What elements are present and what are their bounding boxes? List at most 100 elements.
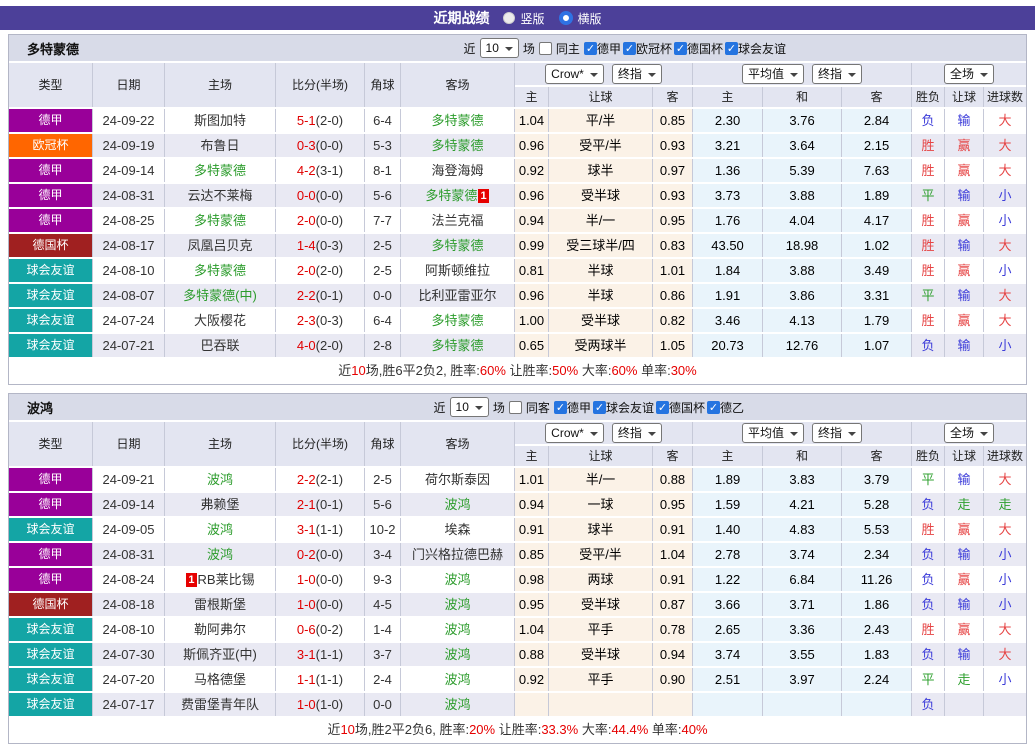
horizontal-layout-option[interactable]: 横版 [559,10,602,27]
league-checkbox[interactable]: ✓ [623,42,636,55]
home-team-name: 斯佩齐亚(中) [183,647,257,662]
match-count-select[interactable]: 10 [480,38,519,58]
league-checkbox[interactable]: ✓ [554,401,567,414]
match-row: 球会友谊 24-07-17 费雷堡青年队 1-0(1-0) 0-0 波鸿 负 [9,693,1026,716]
handicap-line: 半球 [549,259,653,282]
avg-draw-odds: 18.98 [763,234,842,257]
score-cell: 3-1(1-1) [276,518,365,541]
away-team-cell: 比利亚雷亚尔 [401,284,515,307]
league-checkbox-label[interactable]: 德国杯 [669,399,705,416]
league-checkbox-label[interactable]: 德乙 [720,399,744,416]
avg-home-odds: 2.51 [693,668,763,691]
handicap-line: 球半 [549,518,653,541]
handicap-home-odds: 0.88 [515,643,549,666]
fulltime-score: 3-1 [297,522,316,537]
handicap-line [549,693,653,716]
handicap-away-odds: 0.90 [653,668,693,691]
odds-source-select[interactable]: Crow* [545,64,604,84]
away-team-name: 波鸿 [444,497,470,512]
final-index-select-1[interactable]: 终指 [612,64,662,84]
away-team-cell: 门兴格拉德巴赫 [401,543,515,566]
wdl-result: 平 [912,184,945,207]
final-index-select-2[interactable]: 终指 [812,423,862,443]
scope-select[interactable]: 全场 [944,64,994,84]
handicap-home-odds: 1.00 [515,309,549,332]
date-cell: 24-09-14 [93,159,165,182]
league-checkbox-label[interactable]: 德甲 [567,399,591,416]
same-venue-label: 同客 [526,399,550,416]
goals-result: 大 [984,159,1026,182]
home-team-name: 马格德堡 [194,672,246,687]
home-team-name: 巴吞联 [200,338,239,353]
rows-body: 德甲 24-09-22 斯图加特 5-1(2-0) 6-4 多特蒙德 1.04 … [9,109,1026,357]
league-type-cell: 球会友谊 [9,518,93,541]
same-venue-label: 同主 [556,40,580,57]
odds-source-select[interactable]: Crow* [545,423,604,443]
summary-segment: 30% [671,363,697,378]
away-team-name: 多特蒙德 [431,313,483,328]
home-team-name: 费雷堡青年队 [181,697,259,712]
sub-col-avg-away: 客 [842,87,912,107]
scope-select[interactable]: 全场 [944,423,994,443]
summary-segment: 44.4% [611,722,648,737]
goals-result: 大 [984,234,1026,257]
handicap-away-odds: 0.85 [653,109,693,132]
match-row: 德甲 24-09-21 波鸿 2-2(2-1) 2-5 荷尔斯泰因 1.01 半… [9,468,1026,491]
vertical-layout-option[interactable]: 竖版 [503,10,544,27]
avg-away-odds: 5.28 [842,493,912,516]
league-checkbox[interactable]: ✓ [725,42,738,55]
final-index-select-2[interactable]: 终指 [812,64,862,84]
league-checkbox-label[interactable]: 德国杯 [687,40,723,57]
fulltime-score: 4-0 [297,338,316,353]
score-cell: 5-1(2-0) [276,109,365,132]
vertical-radio-icon[interactable] [503,12,515,24]
final-index-select-1[interactable]: 终指 [612,423,662,443]
same-venue-checkbox[interactable] [539,42,552,55]
handicap-home-odds: 1.01 [515,468,549,491]
league-type-cell: 球会友谊 [9,284,93,307]
league-checkbox-label[interactable]: 球会友谊 [738,40,786,57]
avg-draw-odds: 6.84 [763,568,842,591]
league-checkbox[interactable]: ✓ [707,401,720,414]
away-team-name: 多特蒙德 [431,138,483,153]
fulltime-score: 2-2 [297,472,316,487]
avg-away-odds: 11.26 [842,568,912,591]
halftime-score: (1-0) [316,697,343,712]
page-title: 近期战绩 [433,8,489,28]
fulltime-score: 1-0 [297,572,316,587]
handicap-result: 赢 [945,309,984,332]
league-checkbox[interactable]: ✓ [593,401,606,414]
horizontal-radio-icon[interactable] [559,11,573,25]
halftime-score: (2-0) [316,113,343,128]
avg-away-odds: 2.43 [842,618,912,641]
average-select[interactable]: 平均值 [742,64,804,84]
handicap-away-odds: 0.87 [653,593,693,616]
league-checkbox[interactable]: ✓ [584,42,597,55]
league-checkbox[interactable]: ✓ [674,42,687,55]
league-checkbox-label[interactable]: 球会友谊 [606,399,654,416]
handicap-result: 输 [945,593,984,616]
fulltime-score: 2-3 [297,313,316,328]
goals-result [984,693,1026,716]
average-select[interactable]: 平均值 [742,423,804,443]
halftime-score: (0-0) [316,213,343,228]
corner-cell: 7-7 [365,209,401,232]
league-checkbox-label[interactable]: 欧冠杯 [636,40,672,57]
league-checkbox-label[interactable]: 德甲 [597,40,621,57]
avg-away-odds: 1.86 [842,593,912,616]
summary-segment: 60% [480,363,506,378]
league-checkbox[interactable]: ✓ [656,401,669,414]
match-count-select[interactable]: 10 [450,397,489,417]
avg-home-odds: 1.76 [693,209,763,232]
home-team-name: 斯图加特 [194,113,246,128]
handicap-home-odds: 0.95 [515,593,549,616]
same-venue-checkbox[interactable] [509,401,522,414]
goals-result: 大 [984,109,1026,132]
home-team-cell: 马格德堡 [165,668,276,691]
league-type-cell: 德甲 [9,493,93,516]
summary-segment: 近 [327,722,340,737]
date-cell: 24-08-25 [93,209,165,232]
avg-away-odds: 1.83 [842,643,912,666]
away-team-cell: 多特蒙德 [401,109,515,132]
avg-home-odds: 1.89 [693,468,763,491]
